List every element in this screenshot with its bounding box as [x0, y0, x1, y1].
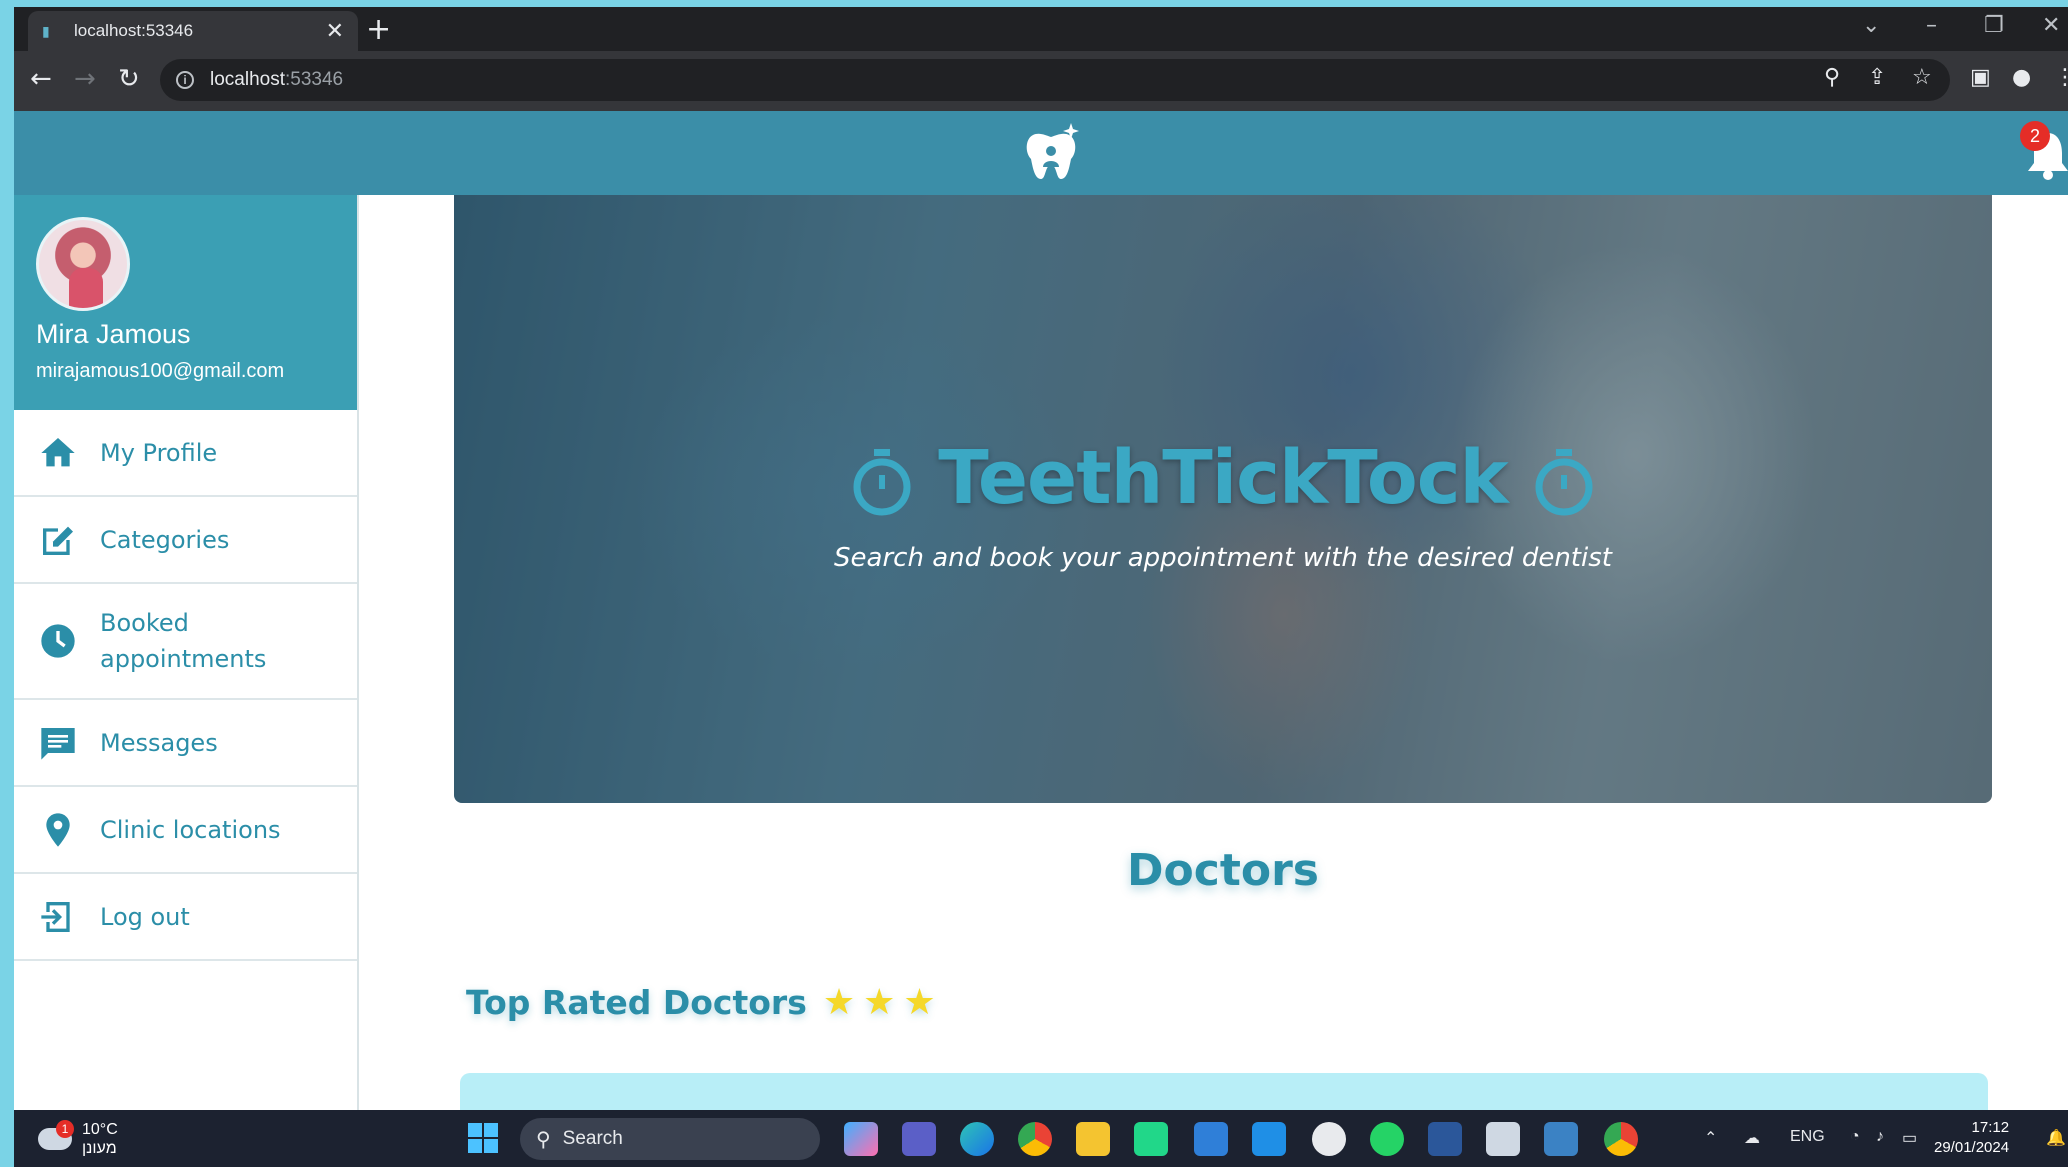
sidebar-item-label: My Profile [100, 438, 218, 467]
sidebar-item-clinic-locations[interactable]: Clinic locations [14, 787, 357, 874]
user-email: mirajamous100@gmail.com [36, 360, 285, 382]
sidebar-item-label: Booked appointments [100, 609, 267, 673]
user-profile-card: Mira Jamous mirajamous100@gmail.com [14, 195, 357, 410]
chrome-active-icon[interactable] [1604, 1122, 1638, 1156]
location-pin-icon [38, 810, 78, 850]
tab-close-icon[interactable]: ✕ [326, 18, 344, 44]
address-bar-input[interactable]: i localhost:53346 [160, 59, 1950, 101]
hero-title-row: TeethTickTock [454, 435, 1992, 521]
input-language[interactable]: ENG [1790, 1128, 1825, 1146]
site-info-icon[interactable]: i [176, 71, 194, 89]
sidebar-item-label: Clinic locations [100, 815, 281, 844]
stopwatch-icon [1535, 449, 1593, 516]
battery-icon[interactable]: ▭ [1902, 1128, 1917, 1148]
chrome-icon[interactable] [1018, 1122, 1052, 1156]
clock-icon [38, 621, 78, 661]
cloud-icon: 1 [38, 1120, 74, 1150]
close-window-icon[interactable]: ✕ [2042, 13, 2060, 38]
tab-title: localhost:53346 [74, 21, 194, 40]
sidebar-item-label: Categories [100, 525, 230, 554]
notification-center-icon[interactable]: 🔔 [2046, 1128, 2066, 1148]
weather-widget[interactable]: 1 10°C מעונן [38, 1120, 118, 1158]
sidebar-item-my-profile[interactable]: My Profile [14, 410, 357, 497]
screen: ▮ localhost:53346 ✕ + ⌄ – ❐ ✕ ← → ↻ i lo… [14, 7, 2068, 1167]
sidebar-item-log-out[interactable]: Log out [14, 874, 357, 961]
chevron-up-icon[interactable]: ⌃ [1704, 1128, 1717, 1148]
sidebar: Mira Jamous mirajamous100@gmail.com My P… [14, 195, 359, 1117]
new-tab-button[interactable]: + [366, 15, 391, 45]
taskbar-search-label: Search [562, 1128, 623, 1149]
notification-count-badge: 2 [2020, 121, 2050, 151]
edit-icon [38, 520, 78, 560]
logout-icon [38, 897, 78, 937]
weather-badge: 1 [56, 1120, 74, 1138]
volume-icon[interactable]: ♪ [1876, 1128, 1884, 1146]
snipping-tool-icon[interactable] [1486, 1122, 1520, 1156]
search-icon: ⚲ [536, 1128, 551, 1151]
edge-icon[interactable] [960, 1122, 994, 1156]
stopwatch-icon [853, 449, 911, 516]
share-icon[interactable]: ⇪ [1868, 65, 1886, 90]
teams-icon[interactable] [902, 1122, 936, 1156]
sidebar-item-messages[interactable]: Messages [14, 700, 357, 787]
weather-desc: מעונן [82, 1140, 117, 1157]
copilot-icon[interactable] [844, 1122, 878, 1156]
hero-banner: TeethTickTock Search and book your appoi… [454, 195, 1992, 803]
back-arrow-icon[interactable]: ← [30, 64, 52, 94]
photos-icon[interactable] [1544, 1122, 1578, 1156]
profile-icon[interactable]: ● [2012, 65, 2031, 90]
onedrive-icon[interactable]: ☁ [1744, 1128, 1760, 1148]
hero-title: TeethTickTock [938, 435, 1509, 521]
doctors-heading: Doctors [1127, 845, 1319, 896]
wifi-icon[interactable]: ◔ [1850, 1128, 1860, 1146]
tab-search-icon[interactable]: ⌄ [1862, 13, 1880, 38]
browser-tab-strip: ▮ localhost:53346 ✕ + ⌄ – ❐ ✕ [14, 7, 2068, 51]
url-port: :53346 [285, 69, 344, 90]
mail-icon[interactable] [1194, 1122, 1228, 1156]
tooth-favicon-icon: ▮ [42, 23, 50, 39]
app-header: 2 [14, 111, 2068, 195]
whatsapp-icon[interactable] [1370, 1122, 1404, 1156]
bookmark-star-icon[interactable]: ☆ [1912, 65, 1932, 90]
browser-toolbar: ← → ↻ i localhost:53346 ⚲ ⇪ ☆ ▣ ● ⋮ [14, 51, 2068, 111]
clock-date: 29/01/2024 [1934, 1139, 2010, 1156]
home-icon [38, 433, 78, 473]
word-icon[interactable] [1428, 1122, 1462, 1156]
minimize-icon[interactable]: – [1926, 13, 1937, 38]
browser-tab[interactable]: ▮ localhost:53346 ✕ [28, 11, 358, 51]
windows-start-icon[interactable] [468, 1123, 498, 1153]
restore-icon[interactable]: ❐ [1984, 13, 2004, 38]
message-icon [38, 723, 78, 763]
side-panel-icon[interactable]: ▣ [1970, 65, 1991, 90]
avatar[interactable] [36, 217, 130, 311]
weather-temp: 10°C [82, 1121, 118, 1138]
user-name: Mira Jamous [36, 319, 191, 349]
taskbar-search-input[interactable]: ⚲ Search [520, 1118, 820, 1160]
url-host: localhost [210, 69, 285, 90]
sidebar-item-label: Log out [100, 902, 190, 931]
hero-subtitle: Search and book your appointment with th… [834, 543, 1612, 573]
app-icon[interactable] [1312, 1122, 1346, 1156]
pycharm-icon[interactable] [1134, 1122, 1168, 1156]
reload-icon[interactable]: ↻ [118, 64, 140, 94]
sidebar-item-label: Messages [100, 728, 218, 757]
forward-arrow-icon[interactable]: → [74, 64, 96, 94]
location-icon[interactable]: ⚲ [1824, 65, 1840, 90]
system-clock[interactable]: 17:12 29/01/2024 [1934, 1118, 2009, 1158]
windows-taskbar: 1 10°C מעונן ⚲ Search ⌃ ☁ ENG ◔ ♪ ▭ 17:1… [14, 1110, 2068, 1167]
sidebar-item-categories[interactable]: Categories [14, 497, 357, 584]
clock-time: 17:12 [1971, 1119, 2010, 1136]
browser-menu-icon[interactable]: ⋮ [2054, 65, 2068, 90]
file-explorer-icon[interactable] [1076, 1122, 1110, 1156]
vscode-icon[interactable] [1252, 1122, 1286, 1156]
top-rated-heading: Top Rated Doctors [466, 983, 807, 1022]
tooth-logo-icon[interactable] [1019, 121, 1083, 185]
sidebar-item-booked-appointments[interactable]: Booked appointments [14, 584, 357, 700]
star-rating-icon: ★★★ [822, 982, 944, 1023]
top-rated-heading-row: Top Rated Doctors ★★★ [466, 982, 944, 1023]
